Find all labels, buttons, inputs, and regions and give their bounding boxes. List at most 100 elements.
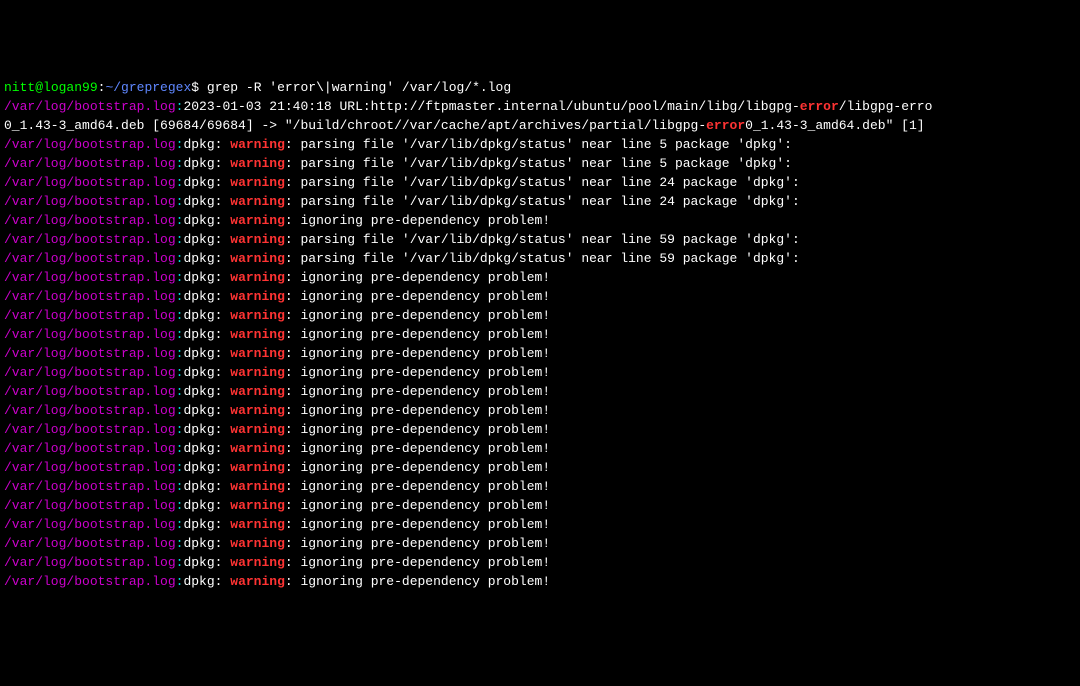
log-text: dpkg:: [183, 574, 230, 589]
output-line: /var/log/bootstrap.log:dpkg: warning: ig…: [4, 211, 1076, 230]
output-line: /var/log/bootstrap.log:dpkg: warning: pa…: [4, 230, 1076, 249]
log-filepath: /var/log/bootstrap.log: [4, 441, 176, 456]
log-text: dpkg:: [183, 213, 230, 228]
grep-match: warning: [230, 422, 285, 437]
command-input[interactable]: grep -R 'error\|warning' /var/log/*.log: [207, 78, 511, 97]
log-text: dpkg:: [183, 156, 230, 171]
grep-match: warning: [230, 308, 285, 323]
log-filepath: /var/log/bootstrap.log: [4, 289, 176, 304]
output-line: /var/log/bootstrap.log:dpkg: warning: ig…: [4, 496, 1076, 515]
log-text: : ignoring pre-dependency problem!: [285, 289, 550, 304]
separator-colon: :: [176, 574, 184, 589]
log-text: : ignoring pre-dependency problem!: [285, 460, 550, 475]
grep-match: warning: [230, 327, 285, 342]
log-text: dpkg:: [183, 441, 230, 456]
grep-match: warning: [230, 270, 285, 285]
log-text: : ignoring pre-dependency problem!: [285, 327, 550, 342]
log-text: dpkg:: [183, 308, 230, 323]
grep-match: warning: [230, 251, 285, 266]
output-line: /var/log/bootstrap.log:dpkg: warning: ig…: [4, 534, 1076, 553]
output-line: /var/log/bootstrap.log:dpkg: warning: ig…: [4, 382, 1076, 401]
grep-match: warning: [230, 498, 285, 513]
separator-colon: :: [176, 517, 184, 532]
output-line: /var/log/bootstrap.log:dpkg: warning: pa…: [4, 192, 1076, 211]
log-filepath: /var/log/bootstrap.log: [4, 99, 176, 114]
log-filepath: /var/log/bootstrap.log: [4, 479, 176, 494]
grep-match: warning: [230, 156, 285, 171]
log-text: : ignoring pre-dependency problem!: [285, 574, 550, 589]
log-text: : ignoring pre-dependency problem!: [285, 384, 550, 399]
output-line: /var/log/bootstrap.log:dpkg: warning: ig…: [4, 458, 1076, 477]
log-filepath: /var/log/bootstrap.log: [4, 232, 176, 247]
grep-match: warning: [230, 574, 285, 589]
log-filepath: /var/log/bootstrap.log: [4, 213, 176, 228]
log-text: dpkg:: [183, 327, 230, 342]
output-line: /var/log/bootstrap.log:dpkg: warning: ig…: [4, 572, 1076, 591]
output-line: /var/log/bootstrap.log:dpkg: warning: ig…: [4, 477, 1076, 496]
log-text: dpkg:: [183, 365, 230, 380]
grep-match: error: [706, 118, 745, 133]
output-line: /var/log/bootstrap.log:dpkg: warning: ig…: [4, 306, 1076, 325]
log-text: dpkg:: [183, 289, 230, 304]
log-text: dpkg:: [183, 346, 230, 361]
log-text: : ignoring pre-dependency problem!: [285, 365, 550, 380]
output-line: /var/log/bootstrap.log:dpkg: warning: pa…: [4, 173, 1076, 192]
log-filepath: /var/log/bootstrap.log: [4, 175, 176, 190]
log-filepath: /var/log/bootstrap.log: [4, 536, 176, 551]
log-text: dpkg:: [183, 194, 230, 209]
grep-match: warning: [230, 460, 285, 475]
log-text: dpkg:: [183, 460, 230, 475]
output-line: /var/log/bootstrap.log:dpkg: warning: ig…: [4, 401, 1076, 420]
log-text: : ignoring pre-dependency problem!: [285, 555, 550, 570]
log-filepath: /var/log/bootstrap.log: [4, 384, 176, 399]
grep-match: warning: [230, 194, 285, 209]
output-line: /var/log/bootstrap.log:dpkg: warning: ig…: [4, 420, 1076, 439]
output-line: /var/log/bootstrap.log:dpkg: warning: pa…: [4, 249, 1076, 268]
grep-match: warning: [230, 232, 285, 247]
log-filepath: /var/log/bootstrap.log: [4, 194, 176, 209]
grep-match: warning: [230, 384, 285, 399]
log-filepath: /var/log/bootstrap.log: [4, 327, 176, 342]
log-text: : ignoring pre-dependency problem!: [285, 213, 550, 228]
log-filepath: /var/log/bootstrap.log: [4, 422, 176, 437]
separator-colon: :: [176, 536, 184, 551]
log-text: dpkg:: [183, 555, 230, 570]
log-text: : ignoring pre-dependency problem!: [285, 403, 550, 418]
log-text: : ignoring pre-dependency problem!: [285, 479, 550, 494]
output-line: /var/log/bootstrap.log:dpkg: warning: pa…: [4, 135, 1076, 154]
log-text: : ignoring pre-dependency problem!: [285, 422, 550, 437]
log-text: : parsing file '/var/lib/dpkg/status' ne…: [285, 251, 800, 266]
output-line: /var/log/bootstrap.log:dpkg: warning: ig…: [4, 268, 1076, 287]
log-filepath: /var/log/bootstrap.log: [4, 403, 176, 418]
output-line: /var/log/bootstrap.log:dpkg: warning: ig…: [4, 325, 1076, 344]
grep-match: warning: [230, 175, 285, 190]
log-text: 0_1.43-3_amd64.deb [69684/69684] -> "/bu…: [4, 118, 706, 133]
output-line: /var/log/bootstrap.log:dpkg: warning: ig…: [4, 439, 1076, 458]
log-text: dpkg:: [183, 251, 230, 266]
log-text: : ignoring pre-dependency problem!: [285, 441, 550, 456]
log-text: : ignoring pre-dependency problem!: [285, 346, 550, 361]
log-text: : ignoring pre-dependency problem!: [285, 536, 550, 551]
grep-match: warning: [230, 403, 285, 418]
log-filepath: /var/log/bootstrap.log: [4, 498, 176, 513]
prompt-host: logan99: [43, 78, 98, 97]
prompt-cwd: ~/grepregex: [105, 78, 191, 97]
grep-match: warning: [230, 289, 285, 304]
log-text: 0_1.43-3_amd64.deb" [1]: [745, 118, 924, 133]
output-line: /var/log/bootstrap.log:dpkg: warning: ig…: [4, 553, 1076, 572]
output-line: /var/log/bootstrap.log:dpkg: warning: ig…: [4, 363, 1076, 382]
grep-match: warning: [230, 346, 285, 361]
output-line: /var/log/bootstrap.log:dpkg: warning: ig…: [4, 344, 1076, 363]
log-text: : ignoring pre-dependency problem!: [285, 517, 550, 532]
log-filepath: /var/log/bootstrap.log: [4, 365, 176, 380]
grep-match: warning: [230, 213, 285, 228]
log-text: : parsing file '/var/lib/dpkg/status' ne…: [285, 137, 792, 152]
output-line: /var/log/bootstrap.log:dpkg: warning: ig…: [4, 515, 1076, 534]
log-text: : parsing file '/var/lib/dpkg/status' ne…: [285, 175, 800, 190]
log-filepath: /var/log/bootstrap.log: [4, 517, 176, 532]
terminal-window[interactable]: nitt@logan99:~/grepregex$ grep -R 'error…: [4, 78, 1076, 591]
log-filepath: /var/log/bootstrap.log: [4, 346, 176, 361]
terminal-output: /var/log/bootstrap.log:2023-01-03 21:40:…: [4, 97, 1076, 591]
log-text: : parsing file '/var/lib/dpkg/status' ne…: [285, 156, 792, 171]
prompt-colon: :: [98, 78, 106, 97]
